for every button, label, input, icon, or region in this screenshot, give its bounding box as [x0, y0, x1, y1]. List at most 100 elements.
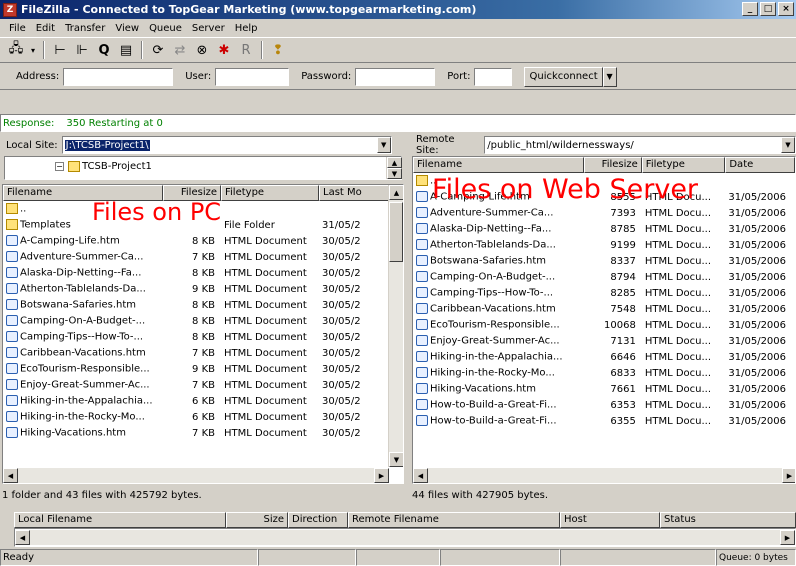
- scroll-up-icon[interactable]: ▲: [387, 157, 402, 168]
- port-input[interactable]: [474, 67, 513, 86]
- scroll-down-icon[interactable]: ▼: [389, 452, 403, 467]
- process-queue-icon[interactable]: ⇄: [170, 40, 190, 60]
- toggle-tree-icon[interactable]: ⊩: [72, 40, 92, 60]
- col-last-modified[interactable]: Last Mo: [319, 185, 389, 201]
- tree-scrollbar[interactable]: ▲ ▼: [386, 157, 402, 179]
- remote-site-combo[interactable]: /public_html/wildernessways/ ▼: [484, 136, 796, 154]
- col-filename[interactable]: Filename: [413, 157, 585, 173]
- tree-item[interactable]: − TCSB-Project1: [55, 161, 152, 172]
- address-input[interactable]: [63, 67, 174, 86]
- file-row[interactable]: Enjoy-Great-Summer-Ac... 7 KB HTML Documen…: [3, 377, 403, 393]
- file-date-text: 30/05/2: [322, 235, 361, 247]
- cancel-icon[interactable]: ⊗: [192, 40, 212, 60]
- file-row[interactable]: Caribbean-Vacations.htm 7548 HTML Docu... 3…: [413, 301, 795, 317]
- queue-col-direction[interactable]: Direction: [288, 512, 348, 528]
- local-hscrollbar[interactable]: ◀ ▶: [3, 468, 389, 483]
- file-row[interactable]: EcoTourism-Responsible... 10068 HTML Docu.…: [413, 317, 795, 333]
- file-row[interactable]: Atherton-Tablelands-Da... 9199 HTML Docu..…: [413, 237, 795, 253]
- chevron-down-icon[interactable]: ▼: [376, 137, 391, 153]
- refresh-icon[interactable]: ⟳: [148, 40, 168, 60]
- scroll-left-icon[interactable]: ◀: [15, 530, 30, 545]
- file-row[interactable]: Hiking-in-the-Rocky-Mo... 6833 HTML Docu..…: [413, 365, 795, 381]
- file-row[interactable]: Hiking-in-the-Appalachia... 6646 HTML Docu…: [413, 349, 795, 365]
- file-size-text: 7548: [610, 303, 636, 315]
- minimize-button[interactable]: _: [742, 2, 758, 16]
- password-input[interactable]: [355, 67, 436, 86]
- file-row[interactable]: Botswana-Safaries.htm 8337 HTML Docu... 31/…: [413, 253, 795, 269]
- toggle-queue-icon[interactable]: Q: [94, 40, 114, 60]
- menu-edit[interactable]: Edit: [31, 23, 60, 34]
- file-row[interactable]: Atherton-Tablelands-Da... 9 KB HTML Docume…: [3, 281, 403, 297]
- expand-icon[interactable]: −: [55, 162, 64, 171]
- file-row[interactable]: Alaska-Dip-Netting--Fa... 8 KB HTML Docume…: [3, 265, 403, 281]
- file-row[interactable]: How-to-Build-a-Great-Fi... 6353 HTML Docu.…: [413, 397, 795, 413]
- html-file-icon: [6, 267, 18, 279]
- queue-col-size[interactable]: Size: [226, 512, 288, 528]
- scroll-right-icon[interactable]: ▶: [374, 468, 389, 483]
- file-type-text: HTML Docu...: [644, 383, 712, 395]
- queue-col-remote-filename[interactable]: Remote Filename: [348, 512, 560, 528]
- file-row[interactable]: Camping-On-A-Budget-... 8 KB HTML Document…: [3, 313, 403, 329]
- file-row[interactable]: Camping-Tips--How-To-... 8 KB HTML Documen…: [3, 329, 403, 345]
- maximize-button[interactable]: □: [760, 2, 776, 16]
- html-file-icon: [416, 335, 428, 347]
- password-label: Password:: [301, 71, 352, 82]
- queue-col-host[interactable]: Host: [560, 512, 660, 528]
- file-row[interactable]: Hiking-in-the-Rocky-Mo... 6 KB HTML Docume…: [3, 409, 403, 425]
- col-filesize[interactable]: Filesize: [584, 157, 642, 173]
- quickconnect-button[interactable]: Quickconnect: [524, 66, 603, 87]
- scroll-down-icon[interactable]: ▼: [387, 168, 402, 179]
- local-site-combo[interactable]: J:\TCSB-Project1\ ▼: [61, 136, 392, 154]
- menu-transfer[interactable]: Transfer: [60, 23, 110, 34]
- html-file-icon: [416, 351, 428, 363]
- file-row[interactable]: Adventure-Summer-Ca... 7393 HTML Docu... 31…: [413, 205, 795, 221]
- scroll-up-icon[interactable]: ▲: [389, 185, 403, 200]
- menu-file[interactable]: File: [4, 23, 31, 34]
- queue-hscrollbar[interactable]: ◀ ▶: [15, 530, 795, 545]
- queue-col-local-filename[interactable]: Local Filename: [14, 512, 226, 528]
- file-row[interactable]: A-Camping-Life.htm 8 KB HTML Document 30/05…: [3, 233, 403, 249]
- file-row[interactable]: Alaska-Dip-Netting--Fa... 8785 HTML Docu..…: [413, 221, 795, 237]
- file-name: Hiking-in-the-Rocky-Mo...: [413, 367, 584, 379]
- user-input[interactable]: [215, 67, 290, 86]
- quickconnect-dropdown-icon[interactable]: ▼: [602, 66, 617, 87]
- file-row[interactable]: Adventure-Summer-Ca... 7 KB HTML Document 3…: [3, 249, 403, 265]
- scroll-thumb[interactable]: [389, 202, 403, 262]
- file-row[interactable]: Hiking-in-the-Appalachia... 6 KB HTML Docu…: [3, 393, 403, 409]
- file-row[interactable]: Enjoy-Great-Summer-Ac... 7131 HTML Docu...…: [413, 333, 795, 349]
- file-name-text: How-to-Build-a-Great-Fi...: [430, 399, 557, 411]
- scroll-left-icon[interactable]: ◀: [3, 468, 18, 483]
- col-date[interactable]: Date: [725, 157, 795, 173]
- file-row[interactable]: EcoTourism-Responsible... 9 KB HTML Docume…: [3, 361, 403, 377]
- file-row[interactable]: Hiking-Vacations.htm 7661 HTML Docu... 31/0…: [413, 381, 795, 397]
- scroll-right-icon[interactable]: ▶: [780, 530, 795, 545]
- dropdown-arrow-icon[interactable]: ▾: [28, 40, 38, 60]
- local-vscrollbar[interactable]: ▲ ▼: [388, 185, 403, 467]
- scroll-right-icon[interactable]: ▶: [782, 468, 795, 483]
- close-button[interactable]: ×: [778, 2, 794, 16]
- menu-view[interactable]: View: [110, 23, 144, 34]
- file-row[interactable]: Camping-On-A-Budget-... 8794 HTML Docu... 3…: [413, 269, 795, 285]
- disconnect-icon[interactable]: ✱: [214, 40, 234, 60]
- file-row[interactable]: Camping-Tips--How-To-... 8285 HTML Docu...…: [413, 285, 795, 301]
- file-row[interactable]: How-to-Build-a-Great-Fi... 6355 HTML Docu.…: [413, 413, 795, 429]
- remote-hscrollbar[interactable]: ◀ ▶: [413, 468, 795, 483]
- toggle-log-icon[interactable]: ⊢: [50, 40, 70, 60]
- reconnect-icon[interactable]: R: [236, 40, 256, 60]
- file-row[interactable]: Caribbean-Vacations.htm 7 KB HTML Document…: [3, 345, 403, 361]
- file-row[interactable]: Botswana-Safaries.htm 8 KB HTML Document 30…: [3, 297, 403, 313]
- html-file-icon: [6, 363, 18, 375]
- col-filetype[interactable]: Filetype: [641, 157, 726, 173]
- queue-col-status[interactable]: Status: [660, 512, 796, 528]
- scroll-left-icon[interactable]: ◀: [413, 468, 428, 483]
- file-row[interactable]: Hiking-Vacations.htm 7 KB HTML Document 30/…: [3, 425, 403, 441]
- menu-help[interactable]: Help: [230, 23, 263, 34]
- help-icon[interactable]: ❢: [268, 40, 288, 60]
- file-name-text: Camping-On-A-Budget-...: [20, 315, 146, 327]
- menu-server[interactable]: Server: [187, 23, 230, 34]
- chevron-down-icon[interactable]: ▼: [781, 137, 795, 153]
- col-filetype[interactable]: Filetype: [221, 185, 319, 201]
- toggle-remote-icon[interactable]: ▤: [116, 40, 136, 60]
- menu-queue[interactable]: Queue: [144, 23, 187, 34]
- site-manager-icon[interactable]: 🖧: [6, 40, 26, 60]
